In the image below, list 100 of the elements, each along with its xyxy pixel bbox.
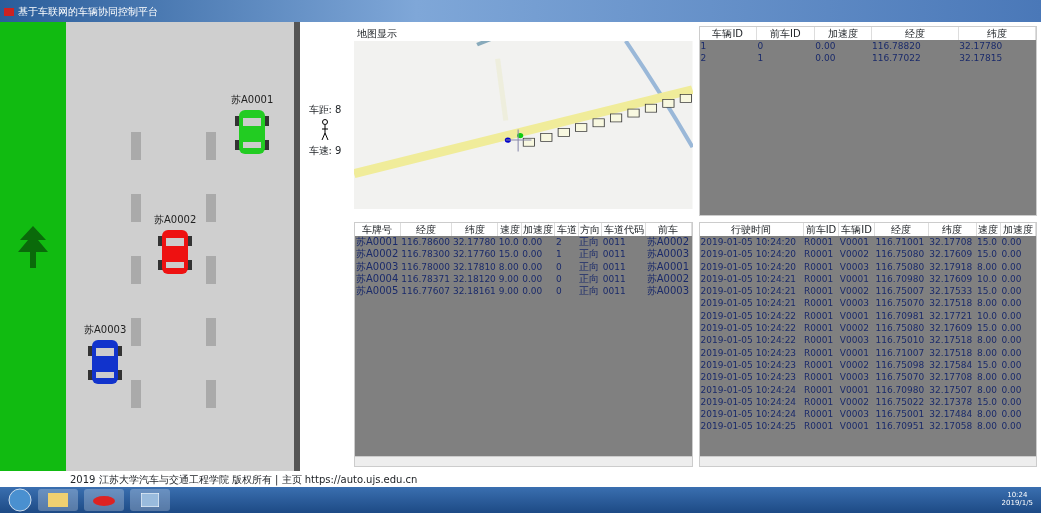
column-header: 加速度 [521, 223, 555, 236]
table-cell-text: 32.17609 [928, 272, 974, 286]
table-cell-text: 116.77607 [400, 285, 451, 298]
table-cell-text: V0002 [838, 395, 870, 409]
horizontal-scrollbar[interactable] [699, 456, 1036, 466]
table-cell: R0001 [803, 358, 839, 372]
table-cell-text: 0.00 [521, 272, 544, 286]
table-cell-text: 116.75080 [874, 322, 926, 335]
table-cell-text: 0.00 [521, 285, 544, 298]
table-cell: 正向 [578, 236, 602, 249]
table-cell-text: 32.17609 [928, 322, 974, 335]
table-cell-text: 32.17918 [928, 260, 974, 273]
column-header: 方向 [578, 223, 602, 236]
table-cell-text: 2019-01-05 10:24:20 [699, 260, 798, 273]
table-cell-text: 32.18120 [451, 272, 497, 286]
table-cell-text: 0 [554, 272, 563, 286]
lane-marking [206, 318, 216, 346]
table-cell-text: 8.00 [976, 383, 999, 396]
table-cell-text: 116.78000 [400, 260, 451, 273]
table-cell-text: 正向 [578, 285, 601, 298]
table-cell-text: 2019-01-05 10:24:21 [699, 285, 798, 298]
table-cell-text: 10.0 [976, 272, 999, 286]
table-cell-text: 116.75098 [874, 358, 926, 372]
table-cell-text: V0001 [838, 346, 870, 359]
table-cell: 苏A0003 [645, 285, 691, 298]
table-cell-text: 8.00 [497, 260, 520, 273]
column-header: 车牌号 [355, 223, 401, 236]
table-cell: R0001 [803, 248, 839, 261]
table-cell-text: 2019-01-05 10:24:23 [699, 358, 798, 372]
table-cell-text: 0011 [601, 272, 627, 286]
map-drawing[interactable] [354, 41, 693, 209]
table-cell: 0011 [601, 236, 646, 249]
table-cell-text: 2019-01-05 10:24:21 [699, 272, 798, 286]
table-cell-text: 8.00 [976, 297, 999, 310]
table-cell-text: 0.00 [1000, 322, 1023, 335]
table-cell-text: 116.75070 [874, 371, 926, 384]
table-cell-text: 8.00 [976, 420, 999, 433]
table-cell: R0001 [803, 334, 839, 347]
table-cell-text: 32.17058 [928, 420, 974, 433]
lane-marking [206, 194, 216, 222]
column-header: 纬度 [451, 223, 498, 236]
table-cell: 116.78820 [871, 40, 959, 53]
table-cell-text: 0.00 [1000, 346, 1023, 359]
table-cell-text: 2019-01-05 10:24:22 [699, 309, 798, 323]
table-cell-text: 116.78371 [400, 272, 451, 286]
table-cell-text: 116.70981 [874, 309, 926, 323]
table-cell-text: V0002 [838, 248, 870, 261]
table-cell-text: 8.00 [976, 371, 999, 384]
column-header: 经度 [871, 27, 959, 40]
table-cell: R0001 [803, 285, 839, 298]
start-icon[interactable] [8, 488, 32, 512]
table-cell: R0001 [803, 346, 839, 359]
table-cell: R0001 [803, 420, 839, 433]
table-cell-text: 0 [554, 260, 563, 273]
column-header: 车道 [554, 223, 579, 236]
column-header: 经度 [874, 223, 929, 236]
table-cell-text: 2019-01-05 10:24:24 [699, 383, 798, 396]
table-cell-text: 32.17533 [928, 285, 974, 298]
lane-marking [206, 132, 216, 160]
table-cell-text: 0011 [601, 260, 627, 273]
table-cell-text: 0.00 [1000, 371, 1023, 384]
table-cell: 32.17780 [958, 40, 1036, 53]
table-cell-text: 0.00 [521, 260, 544, 273]
table-cell-text: 15.0 [497, 248, 520, 261]
table-cell-text: 0.00 [1000, 420, 1023, 433]
table-cell-text: 0.00 [1000, 358, 1023, 372]
table-cell-text: 苏A0004 [355, 272, 400, 285]
table-cell-text: 15.0 [976, 322, 999, 335]
table-cell: 苏A0001 [645, 260, 691, 273]
table-cell: 苏A0003 [645, 248, 691, 261]
person-icon [320, 119, 330, 141]
table-cell-text: V0003 [838, 260, 870, 273]
table-cell-text: 0.00 [1000, 334, 1023, 347]
table-cell: 2019-01-05 10:24:20 [699, 236, 804, 249]
legend-label: 车速: 9 [308, 144, 342, 158]
column-header: 速度 [976, 223, 1001, 236]
folder-icon[interactable] [38, 489, 78, 511]
car-label: 苏A0003 [84, 323, 127, 337]
table-cell: R0001 [803, 309, 839, 323]
table-cell-text: 苏A0002 [645, 272, 691, 285]
table-cell-text: V0003 [838, 408, 870, 421]
table-cell-text: 0.00 [814, 52, 837, 65]
horizontal-scrollbar[interactable] [355, 456, 692, 466]
column-header: 经度 [400, 223, 452, 236]
table-cell: 32.17780 [451, 236, 498, 249]
table-cell-text: 32.17518 [928, 334, 974, 347]
table-cell: R0001 [803, 383, 839, 396]
table-cell: 15.0 [976, 236, 1001, 249]
window-icon[interactable] [130, 489, 170, 511]
table-cell-text: 116.70980 [874, 272, 926, 286]
table-cell: 116.78600 [400, 236, 452, 249]
table-cell-text: 0.00 [1000, 408, 1023, 421]
column-header: 速度 [497, 223, 522, 236]
column-header: 前车 [645, 223, 691, 236]
table-cell-text: 116.78300 [400, 248, 451, 261]
table-cell: R0001 [803, 236, 839, 249]
table-cell: 0.00 [521, 236, 555, 249]
table-cell: R0001 [803, 297, 839, 310]
table-cell-text: 32.17518 [928, 297, 974, 310]
table-cell-text: 9.00 [497, 285, 520, 298]
